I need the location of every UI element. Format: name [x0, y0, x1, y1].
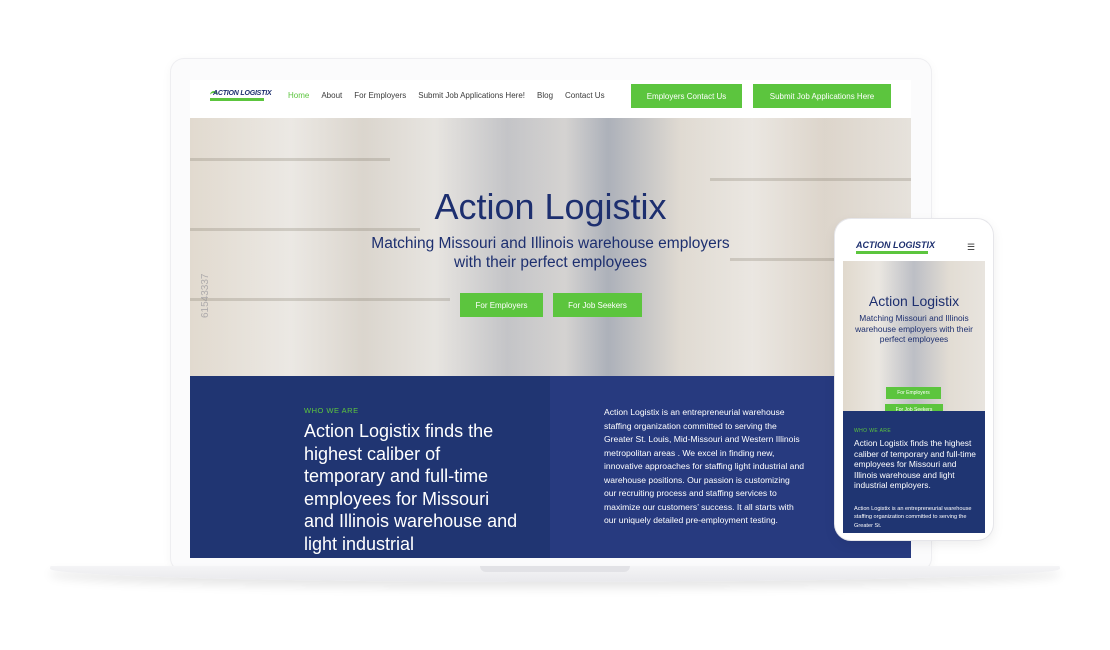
- nav-submit-applications[interactable]: Submit Job Applications Here!: [418, 91, 525, 100]
- mobile-who-body: Action Logistix is an entrepreneurial wa…: [854, 506, 972, 529]
- mobile-who-eyebrow: WHO WE ARE: [854, 428, 892, 434]
- nav-home[interactable]: Home: [288, 91, 309, 100]
- mobile-logo-text: ACTION LOGISTIX: [856, 240, 936, 250]
- laptop-notch: [480, 566, 630, 572]
- nav-blog[interactable]: Blog: [537, 91, 553, 100]
- submit-applications-button[interactable]: Submit Job Applications Here: [753, 84, 891, 108]
- mobile-for-employers-button[interactable]: For Employers: [886, 387, 941, 399]
- who-we-are-section: WHO WE ARE Action Logistix finds the hig…: [190, 376, 911, 558]
- mobile-logo[interactable]: ACTION LOGISTIX: [856, 240, 935, 254]
- hero-shelf: [190, 228, 420, 231]
- site-header: ACTION LOGISTIX Home About For Employers…: [190, 80, 911, 118]
- hamburger-icon[interactable]: ☰: [967, 242, 975, 253]
- who-body-text: Action Logistix is an entrepreneurial wa…: [604, 407, 805, 525]
- mobile-who-section: WHO WE ARE Action Logistix finds the hig…: [843, 411, 985, 533]
- hero-section: Action Logistix Matching Missouri and Il…: [190, 118, 911, 376]
- hero-shelf: [710, 178, 911, 181]
- hero-title: Action Logistix: [434, 186, 667, 227]
- nav-for-employers[interactable]: For Employers: [354, 91, 406, 100]
- hero-shelf: [190, 298, 450, 301]
- mobile-hero-subtitle: Matching Missouri and Illinois warehouse…: [855, 313, 973, 344]
- hero-subtitle: Matching Missouri and Illinois warehouse…: [371, 235, 730, 271]
- hero-shelf: [190, 158, 390, 161]
- desktop-screen: ACTION LOGISTIX Home About For Employers…: [190, 80, 911, 558]
- nav-contact-us[interactable]: Contact Us: [565, 91, 605, 100]
- site-logo[interactable]: ACTION LOGISTIX: [210, 90, 272, 104]
- hero-for-job-seekers-button[interactable]: For Job Seekers: [553, 293, 642, 317]
- logo-underline: [210, 98, 264, 101]
- mobile-who-heading: Action Logistix finds the highest calibe…: [854, 438, 976, 491]
- mobile-hero: Action Logistix Matching Missouri and Il…: [843, 261, 985, 416]
- who-eyebrow: WHO WE ARE: [304, 406, 359, 415]
- main-nav: Home About For Employers Submit Job Appl…: [288, 91, 617, 100]
- mobile-hero-title: Action Logistix: [868, 293, 960, 309]
- nav-about[interactable]: About: [321, 91, 342, 100]
- mobile-logo-underline: [856, 251, 928, 254]
- employers-contact-button[interactable]: Employers Contact Us: [631, 84, 742, 108]
- mobile-screen: ACTION LOGISTIX ☰ Action Logistix Matchi…: [843, 233, 985, 533]
- logo-text: ACTION LOGISTIX: [213, 90, 272, 97]
- who-heading: Action Logistix finds the highest calibe…: [304, 421, 518, 554]
- stock-watermark: 61543337: [200, 273, 211, 319]
- hero-for-employers-button[interactable]: For Employers: [460, 293, 543, 317]
